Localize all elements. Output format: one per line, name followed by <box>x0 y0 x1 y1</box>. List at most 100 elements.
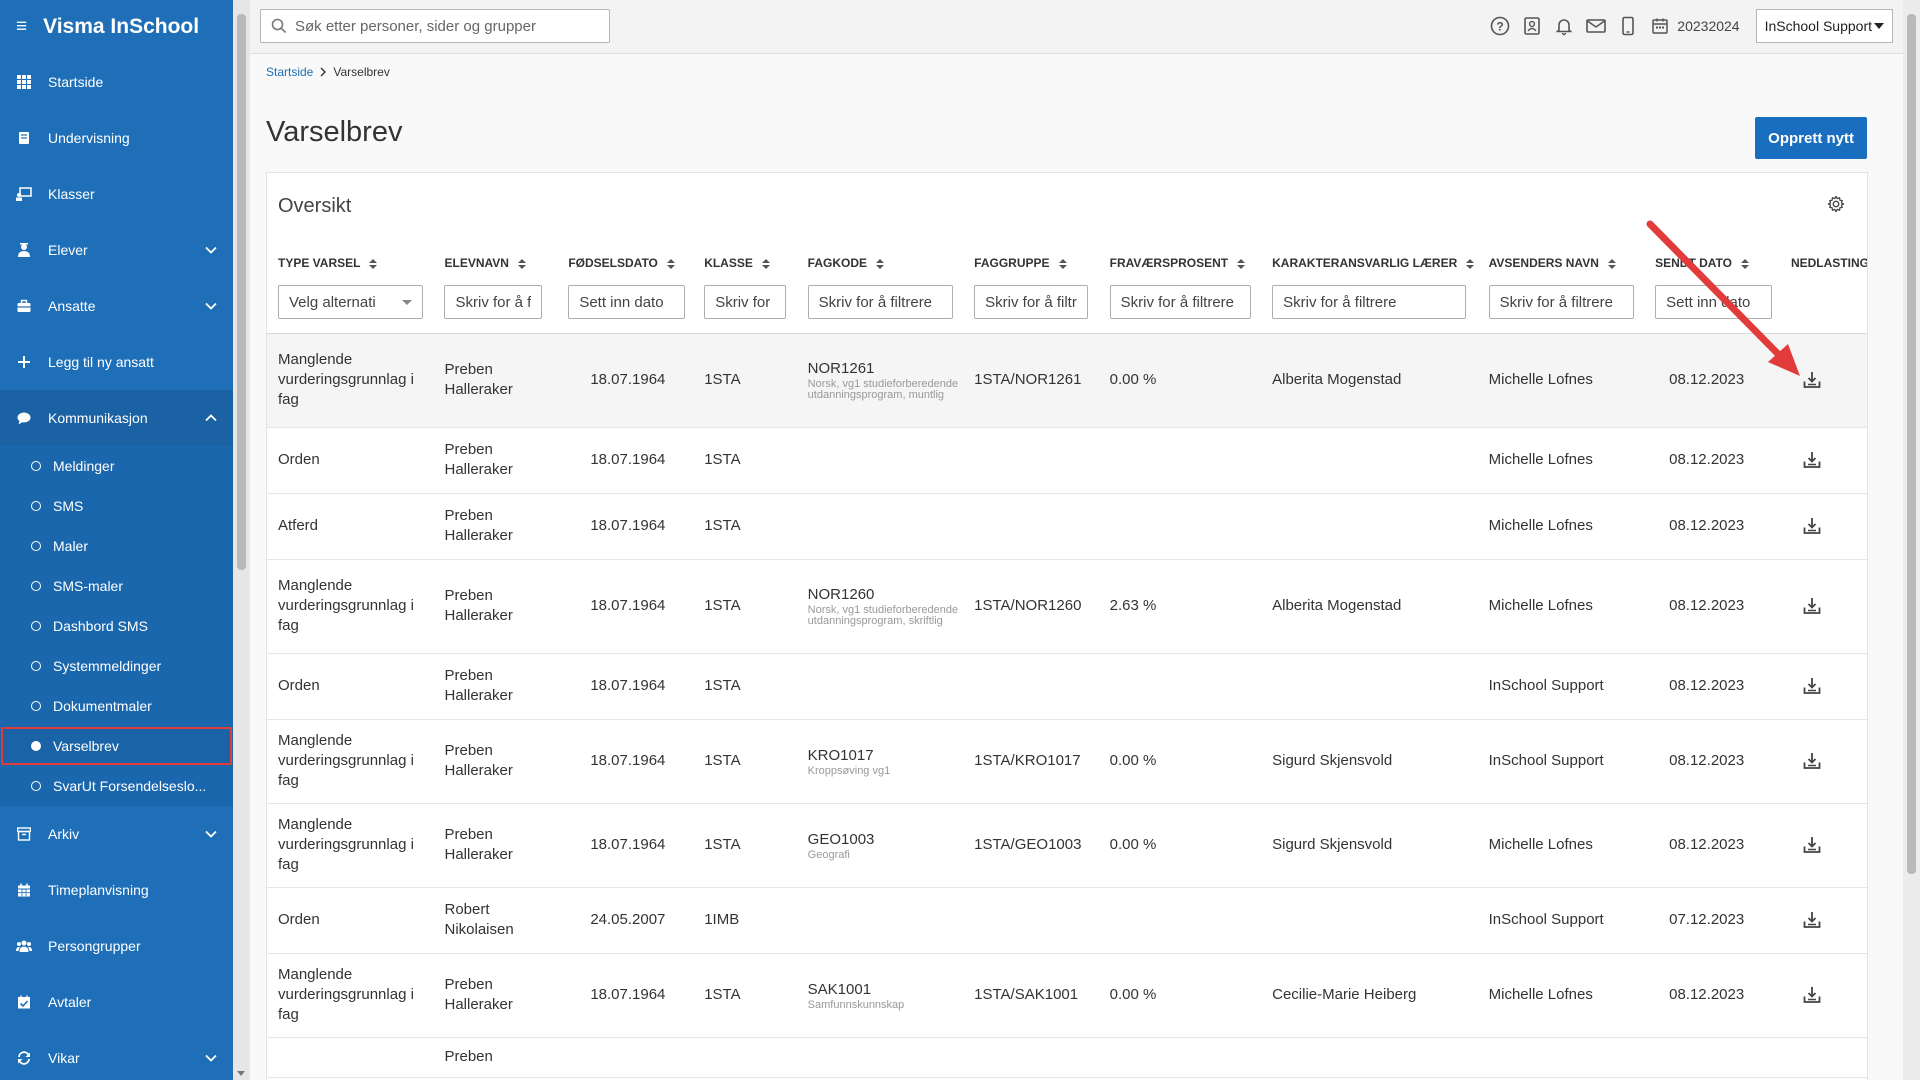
download-icon[interactable] <box>1802 835 1867 855</box>
filter-input[interactable] <box>568 285 686 319</box>
sidebar-item-kommunikasjon[interactable]: Kommunikasjon <box>0 390 233 446</box>
sidebar-item-elever[interactable]: Elever <box>0 222 233 278</box>
sort-icon[interactable] <box>761 258 770 269</box>
topbar-icons: ? 20232024 InSchool Support <box>1479 9 1893 43</box>
column-header[interactable]: KLASSE <box>693 241 796 285</box>
mail-icon[interactable] <box>1585 15 1607 37</box>
chevron-down-icon <box>205 830 217 838</box>
sort-icon[interactable] <box>1741 258 1750 269</box>
sort-icon[interactable] <box>876 258 885 269</box>
sidebar-item-arkiv[interactable]: Arkiv <box>0 806 233 862</box>
sidebar-item-legg-til-ny-ansatt[interactable]: Legg til ny ansatt <box>0 334 233 390</box>
filter-select[interactable]: Velg alternati <box>278 285 423 319</box>
sidebar-subitem-svarut-forsendelseslo[interactable]: SvarUt Forsendelseslo... <box>0 766 233 806</box>
name-text: Preben <box>444 1048 493 1065</box>
sidebar-item-persongrupper[interactable]: Persongrupper <box>0 918 233 974</box>
column-header[interactable]: ELEVNAVN <box>433 241 557 285</box>
download-icon[interactable] <box>1802 985 1867 1005</box>
filter-input[interactable] <box>1488 285 1634 319</box>
sidebar-item-avtaler[interactable]: Avtaler <box>0 974 233 1030</box>
sidebar-subitem-maler[interactable]: Maler <box>0 526 233 566</box>
download-icon[interactable] <box>1802 910 1867 930</box>
download-icon[interactable] <box>1802 516 1867 536</box>
circle-icon <box>31 661 41 671</box>
sidebar-item-label: Elever <box>48 242 88 258</box>
sort-icon[interactable] <box>369 258 378 269</box>
sidebar-item-klasser[interactable]: Klasser <box>0 166 233 222</box>
sidebar-subitem-dashbord-sms[interactable]: Dashbord SMS <box>0 606 233 646</box>
column-header[interactable]: FRAVÆRSPROSENT <box>1099 241 1261 285</box>
download-icon[interactable] <box>1802 450 1867 470</box>
sidebar-scrollbar[interactable] <box>233 0 250 1080</box>
sort-icon[interactable] <box>1466 258 1475 269</box>
table-row[interactable]: Manglende vurderingsgrunnlag i fag Preben… <box>267 953 1867 1038</box>
sidebar-item-timeplanvisning[interactable]: Timeplanvisning <box>0 862 233 918</box>
hamburger-menu-icon[interactable]: ≡ <box>16 16 27 38</box>
table-row[interactable]: Manglende vurderingsgrunnlag i fag Preben… <box>267 803 1867 888</box>
table-row[interactable]: Orden Robert Nikolaisen 24.05.2007 1IMB InSc… <box>267 887 1867 954</box>
sidebar-item-startside[interactable]: Startside <box>0 54 233 110</box>
table-row[interactable]: Manglende vurderingsgrunnlag i fag Preben… <box>267 719 1867 804</box>
sidebar-subitem-sms[interactable]: SMS <box>0 486 233 526</box>
contacts-icon[interactable] <box>1521 15 1543 37</box>
sidebar-item-ansatte[interactable]: Ansatte <box>0 278 233 334</box>
filter-input[interactable] <box>807 285 953 319</box>
table-row[interactable]: Manglende vurderingsgrunnlag i fag Preben… <box>267 333 1867 428</box>
download-icon[interactable] <box>1802 676 1867 696</box>
table-row[interactable]: Preben <box>267 1037 1867 1078</box>
table-row[interactable]: Atferd Preben Halleraker 18.07.1964 1STA Mic… <box>267 493 1867 560</box>
sort-icon[interactable] <box>1058 258 1067 269</box>
sidebar-subitem-dokumentmaler[interactable]: Dokumentmaler <box>0 686 233 726</box>
create-new-button[interactable]: Opprett nytt <box>1755 117 1867 159</box>
column-header[interactable]: FAGGRUPPE <box>963 241 1098 285</box>
sidebar-item-undervisning[interactable]: Undervisning <box>0 110 233 166</box>
main-scrollbar-thumb[interactable] <box>1907 14 1916 874</box>
sidebar-subitem-meldinger[interactable]: Meldinger <box>0 446 233 486</box>
user-menu[interactable]: InSchool Support <box>1755 9 1893 43</box>
table-row[interactable]: Orden Preben Halleraker 18.07.1964 1STA Mich… <box>267 427 1867 494</box>
filter-input[interactable] <box>704 285 787 319</box>
class-text: 1STA <box>704 451 741 468</box>
cell-sent: 08.12.2023 <box>1644 953 1780 1038</box>
breadcrumb-home-link[interactable]: Startside <box>266 65 313 79</box>
download-icon[interactable] <box>1802 370 1867 390</box>
column-header[interactable]: TYPE VARSEL <box>267 241 433 285</box>
filter-input[interactable] <box>1109 285 1251 319</box>
table-row[interactable]: Orden Preben Halleraker 18.07.1964 1STA InSc… <box>267 653 1867 720</box>
main-scrollbar[interactable] <box>1903 0 1920 1080</box>
cell-download <box>1779 333 1867 428</box>
column-header[interactable]: KARAKTERANSVARLIG LÆRER <box>1261 241 1478 285</box>
help-icon[interactable]: ? <box>1489 15 1511 37</box>
gear-icon[interactable] <box>1827 195 1845 213</box>
column-header[interactable]: AVSENDERS NAVN <box>1478 241 1644 285</box>
table-row[interactable]: Manglende vurderingsgrunnlag i fag Preben… <box>267 559 1867 654</box>
calendar-icon[interactable] <box>1649 15 1671 37</box>
bell-icon[interactable] <box>1553 15 1575 37</box>
column-header[interactable]: SENDT DATO <box>1644 241 1780 285</box>
column-header[interactable]: FØDSELSDATO <box>557 241 693 285</box>
search-input[interactable] <box>295 17 595 35</box>
mobile-icon[interactable] <box>1617 15 1639 37</box>
agreement-icon <box>16 994 32 1010</box>
sidebar-subitem-systemmeldinger[interactable]: Systemmeldinger <box>0 646 233 686</box>
filter-input[interactable] <box>974 285 1089 319</box>
filter-input[interactable] <box>1272 285 1467 319</box>
sort-icon[interactable] <box>1607 258 1616 269</box>
sort-icon[interactable] <box>517 258 526 269</box>
sort-icon[interactable] <box>1237 258 1246 269</box>
filter-input[interactable] <box>444 285 543 319</box>
sidebar-subitem-sms-maler[interactable]: SMS-maler <box>0 566 233 606</box>
school-year[interactable]: 20232024 <box>1677 18 1739 34</box>
column-header[interactable]: FAGKODE <box>797 241 963 285</box>
subject-code: KRO1017 <box>807 746 874 764</box>
scroll-down-arrow-icon[interactable] <box>237 1071 245 1076</box>
filter-input[interactable] <box>1655 285 1773 319</box>
calendar-icon <box>16 882 32 898</box>
sidebar-subitem-varselbrev[interactable]: Varselbrev <box>0 726 233 766</box>
sort-icon[interactable] <box>666 258 675 269</box>
download-icon[interactable] <box>1802 751 1867 771</box>
search-box[interactable] <box>260 9 610 43</box>
sidebar-scrollbar-thumb[interactable] <box>237 14 246 570</box>
sidebar-item-vikar[interactable]: Vikar <box>0 1030 233 1080</box>
download-icon[interactable] <box>1802 596 1867 616</box>
